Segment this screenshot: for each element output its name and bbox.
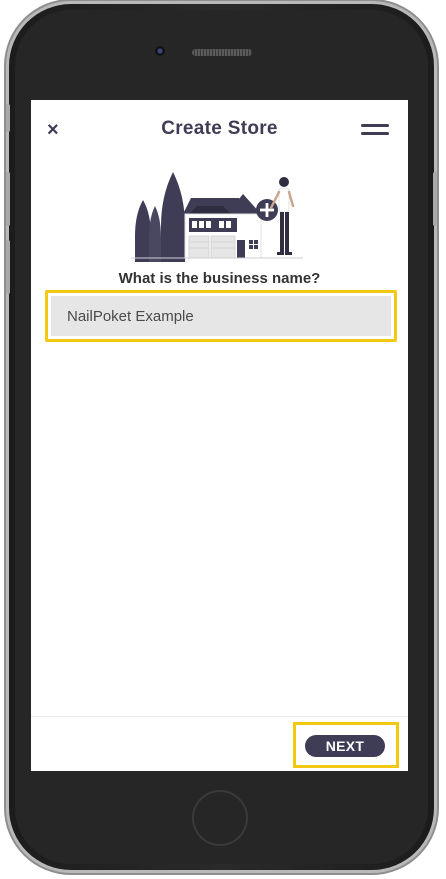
next-button[interactable]: NEXT: [305, 735, 385, 757]
business-name-prompt: What is the business name?: [118, 270, 321, 287]
app-screen: × Create Store What is the business name…: [31, 100, 408, 771]
mute-switch: [6, 104, 10, 132]
business-name-input[interactable]: NailPoket Example: [51, 296, 391, 336]
input-highlight-box: NailPoket Example: [45, 290, 397, 342]
volume-down-button: [6, 240, 10, 294]
page-title: Create Store: [161, 118, 278, 139]
power-button: [433, 172, 437, 226]
front-camera: [155, 46, 165, 56]
bottom-action-bar: NEXT: [31, 716, 408, 771]
volume-up-button: [6, 172, 10, 226]
store-house-illustration: [131, 172, 303, 262]
earpiece-speaker: [192, 49, 252, 56]
next-highlight-box: NEXT: [293, 722, 399, 768]
menu-icon[interactable]: [361, 124, 389, 136]
home-button[interactable]: [192, 790, 248, 846]
